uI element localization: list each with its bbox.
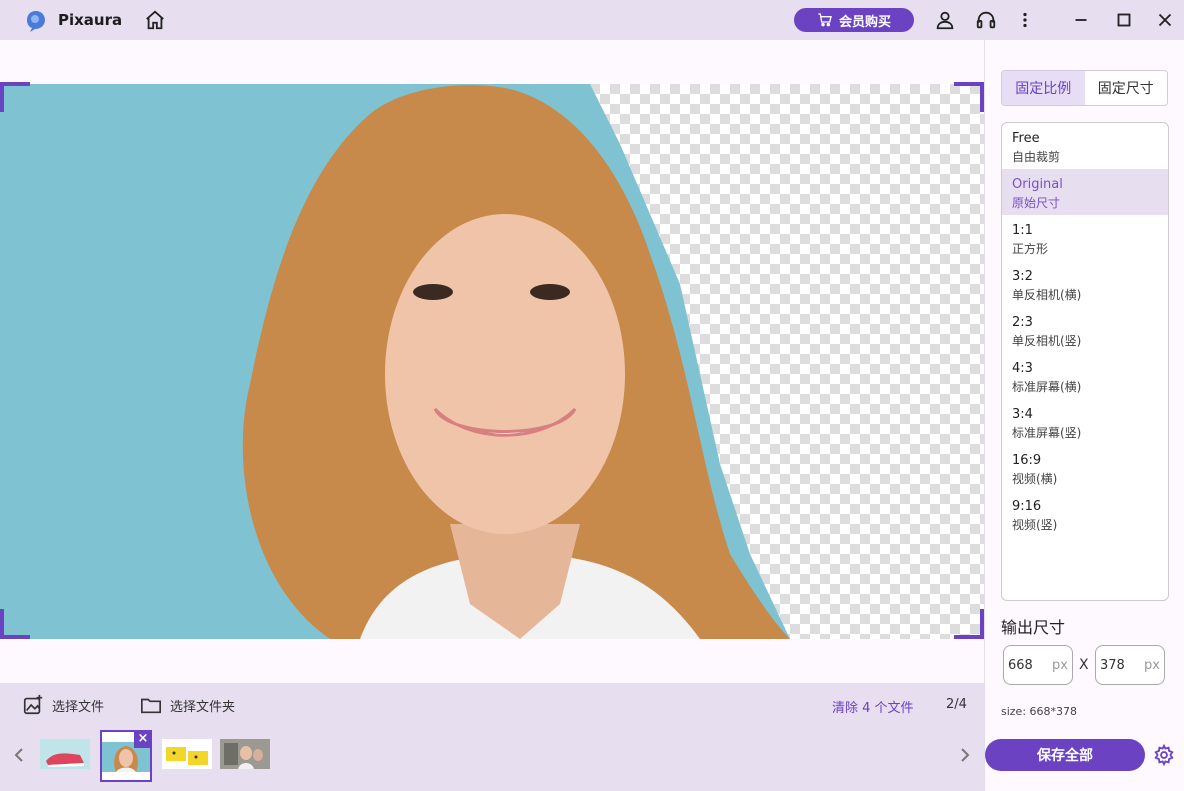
tab-fixed-size[interactable]: 固定尺寸 [1085,71,1168,105]
ratio-description: 标准屏幕(竖) [1012,426,1082,440]
crop-settings-panel: 固定比例 固定尺寸 Free 自由裁剪 Original 原始尺寸 1:1 正方… [984,40,1184,791]
ratio-item-original[interactable]: Original 原始尺寸 [1002,169,1168,215]
ratio-item-16-9[interactable]: 16:9 视频(横) [1002,445,1168,491]
select-file-label: 选择文件 [52,699,105,715]
tab-fixed-ratio[interactable]: 固定比例 [1002,71,1085,105]
ratio-label: Original [1012,177,1063,192]
ratio-label: Free [1012,131,1040,146]
ratio-label: 1:1 [1012,223,1033,238]
user-icon[interactable] [934,9,956,31]
ratio-description: 标准屏幕(横) [1012,380,1082,394]
ratio-description: 自由裁剪 [1012,150,1061,164]
size-separator: X [1079,657,1089,673]
height-value: 378 [1100,657,1125,673]
maximize-icon[interactable] [1113,9,1135,31]
minimize-icon[interactable] [1070,9,1092,31]
output-size-title: 输出尺寸 [1001,618,1066,637]
ratio-description: 视频(竖) [1012,518,1058,532]
chevron-left-icon[interactable] [12,747,28,763]
ratio-label: 16:9 [1012,453,1042,468]
ratio-label: 9:16 [1012,499,1042,514]
ratio-description: 正方形 [1012,242,1049,256]
crop-image-frame[interactable] [0,84,984,639]
app-logo-icon [27,11,45,32]
ratio-description: 单反相机(竖) [1012,334,1082,348]
ratio-list: Free 自由裁剪 Original 原始尺寸 1:1 正方形 3:2 单反相机… [1001,122,1169,601]
crop-handle-bottom-left[interactable] [0,609,30,639]
crop-mode-tabs: 固定比例 固定尺寸 [1001,70,1168,106]
save-all-button[interactable]: 保存全部 [985,739,1145,771]
ratio-item-3-4[interactable]: 3:4 标准屏幕(竖) [1002,399,1168,445]
add-image-icon [23,694,43,715]
ratio-item-4-3[interactable]: 4:3 标准屏幕(横) [1002,353,1168,399]
remove-thumbnail-button[interactable]: × [134,732,150,748]
thumbnail-2-selected[interactable]: × [100,730,152,782]
headset-icon[interactable] [975,9,997,31]
width-value: 668 [1008,657,1033,673]
ratio-item-free[interactable]: Free 自由裁剪 [1002,123,1168,169]
clear-files-link[interactable]: 清除 4 个文件 [832,697,914,716]
ratio-label: 3:2 [1012,269,1033,284]
width-field[interactable]: 668 px [1003,645,1073,685]
folder-icon [141,698,161,714]
ratio-description: 原始尺寸 [1012,196,1061,210]
ratio-label: 4:3 [1012,361,1033,376]
cart-icon [818,13,832,27]
ratio-label: 3:4 [1012,407,1033,422]
ratio-label: 2:3 [1012,315,1033,330]
ratio-description: 视频(横) [1012,472,1058,486]
height-field[interactable]: 378 px [1095,645,1165,685]
gear-icon[interactable] [1153,744,1175,766]
thumbnail-3[interactable] [162,739,212,769]
app-title: Pixaura [58,11,123,29]
ratio-item-1-1[interactable]: 1:1 正方形 [1002,215,1168,261]
chevron-right-icon[interactable] [956,747,972,763]
height-unit: px [1144,657,1160,673]
vip-purchase-button[interactable]: 会员购买 [794,8,914,32]
thumbnail-4[interactable] [220,739,270,769]
title-bar: Pixaura 会员购买 [0,0,1184,40]
page-indicator: 2/4 [946,697,967,712]
crop-handle-top-left[interactable] [0,82,30,112]
crop-handle-top-right[interactable] [954,82,984,112]
select-folder-label: 选择文件夹 [170,699,236,715]
more-icon[interactable] [1014,9,1036,31]
ratio-description: 单反相机(横) [1012,288,1082,302]
file-bar: 选择文件 选择文件夹 清除 4 个文件 2/4 × [0,683,984,791]
ratio-item-3-2[interactable]: 3:2 单反相机(横) [1002,261,1168,307]
ratio-item-2-3[interactable]: 2:3 单反相机(竖) [1002,307,1168,353]
portrait-image [0,84,791,639]
close-icon[interactable] [1154,9,1176,31]
vip-purchase-label: 会员购买 [838,14,891,30]
ratio-item-9-16[interactable]: 9:16 视频(竖) [1002,491,1168,537]
select-file-button[interactable]: 选择文件 [22,694,104,716]
width-unit: px [1052,657,1068,673]
home-icon[interactable] [144,9,166,31]
crop-handle-bottom-right[interactable] [954,609,984,639]
size-info: size: 668*378 [1001,705,1078,718]
thumbnail-1[interactable] [40,739,90,769]
canvas-area [0,40,984,683]
select-folder-button[interactable]: 选择文件夹 [140,694,235,716]
